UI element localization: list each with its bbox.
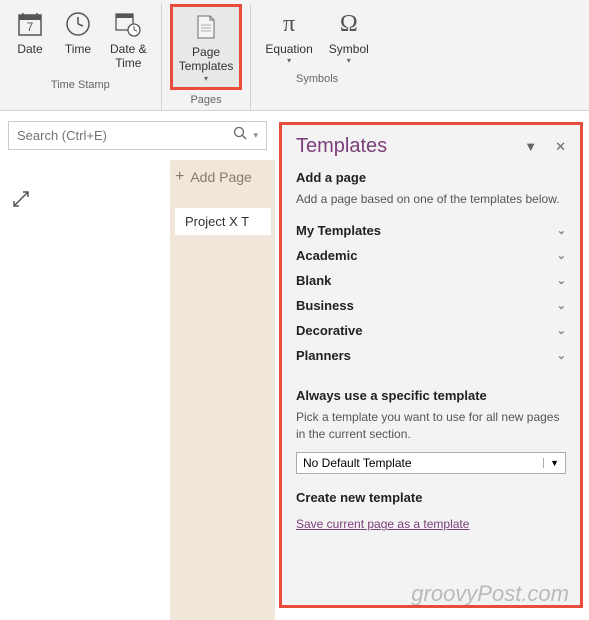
chevron-down-icon: ⌄	[557, 224, 566, 237]
plus-icon: +	[175, 168, 184, 186]
ribbon-group-symbols: π Equation ▾ Ω Symbol ▾ Symbols	[251, 4, 382, 110]
chevron-down-icon: ⌄	[557, 249, 566, 262]
date-label: Date	[17, 42, 42, 56]
group-label-symbols: Symbols	[296, 73, 338, 85]
category-label: Academic	[296, 248, 357, 263]
watermark: groovyPost.com	[411, 581, 569, 607]
panel-options-button[interactable]: ▼	[524, 139, 537, 155]
time-button[interactable]: Time	[56, 4, 100, 75]
always-use-heading: Always use a specific template	[296, 388, 566, 403]
date-time-label: Date & Time	[110, 42, 147, 71]
category-label: Planners	[296, 348, 351, 363]
chevron-down-icon: ▾	[287, 56, 291, 65]
template-category[interactable]: Planners ⌄	[296, 343, 566, 368]
search-input[interactable]	[17, 128, 233, 143]
chevron-down-icon: ▼	[543, 458, 559, 468]
ribbon-group-pages: Page Templates ▾ Pages	[162, 4, 252, 110]
omega-icon: Ω	[333, 8, 365, 40]
search-icon[interactable]	[233, 126, 247, 145]
page-canvas[interactable]	[0, 160, 170, 620]
always-use-desc: Pick a template you want to use for all …	[296, 409, 566, 443]
category-label: My Templates	[296, 223, 381, 238]
search-dropdown-icon[interactable]: ▾	[253, 130, 258, 141]
time-label: Time	[65, 42, 91, 56]
page-area: + Add Page Project X T	[0, 160, 275, 620]
add-page-heading: Add a page	[296, 170, 566, 185]
close-icon[interactable]: ✕	[555, 139, 566, 155]
page-tab[interactable]: Project X T	[175, 208, 271, 235]
group-label-timestamp: Time Stamp	[51, 79, 110, 91]
symbol-label: Symbol	[329, 42, 369, 56]
category-label: Decorative	[296, 323, 362, 338]
left-panel: ▾ + Add Page Project X T	[0, 111, 275, 620]
group-label-pages: Pages	[190, 94, 221, 106]
calendar-date-icon: 7	[14, 8, 46, 40]
templates-title: Templates	[296, 135, 387, 158]
template-category[interactable]: Decorative ⌄	[296, 318, 566, 343]
chevron-down-icon: ⌄	[557, 274, 566, 287]
chevron-down-icon: ⌄	[557, 299, 566, 312]
equation-label: Equation	[265, 42, 312, 56]
add-page-button[interactable]: + Add Page	[175, 168, 252, 186]
template-category[interactable]: Academic ⌄	[296, 243, 566, 268]
template-category[interactable]: My Templates ⌄	[296, 218, 566, 243]
svg-text:7: 7	[27, 20, 34, 34]
search-bar[interactable]: ▾	[8, 121, 267, 150]
expand-icon[interactable]	[12, 190, 30, 213]
chevron-down-icon: ⌄	[557, 349, 566, 362]
date-time-button[interactable]: Date & Time	[104, 4, 153, 75]
calendar-clock-icon	[112, 8, 144, 40]
default-template-select[interactable]: No Default Template ▼	[296, 452, 566, 474]
template-category[interactable]: Business ⌄	[296, 293, 566, 318]
date-button[interactable]: 7 Date	[8, 4, 52, 75]
create-new-heading: Create new template	[296, 490, 566, 505]
templates-panel: Templates ▼ ✕ Add a page Add a page base…	[279, 122, 583, 608]
category-label: Business	[296, 298, 354, 313]
page-templates-button[interactable]: Page Templates ▾	[170, 4, 243, 90]
chevron-down-icon: ▾	[347, 56, 351, 65]
page-templates-label: Page Templates	[179, 45, 234, 74]
page-tab-label: Project X T	[185, 214, 249, 229]
add-page-label: Add Page	[190, 169, 252, 185]
page-icon	[190, 11, 222, 43]
pi-icon: π	[273, 8, 305, 40]
ribbon-group-timestamp: 7 Date Time Date & Time Time Stamp	[0, 4, 162, 110]
clock-icon	[62, 8, 94, 40]
select-value: No Default Template	[303, 456, 412, 470]
ribbon: 7 Date Time Date & Time Time Stamp	[0, 0, 589, 111]
chevron-down-icon: ▾	[204, 74, 208, 83]
add-page-desc: Add a page based on one of the templates…	[296, 191, 566, 208]
save-as-template-link[interactable]: Save current page as a template	[296, 517, 469, 531]
equation-button[interactable]: π Equation ▾	[259, 4, 318, 69]
chevron-down-icon: ⌄	[557, 324, 566, 337]
category-label: Blank	[296, 273, 331, 288]
symbol-button[interactable]: Ω Symbol ▾	[323, 4, 375, 69]
template-category[interactable]: Blank ⌄	[296, 268, 566, 293]
